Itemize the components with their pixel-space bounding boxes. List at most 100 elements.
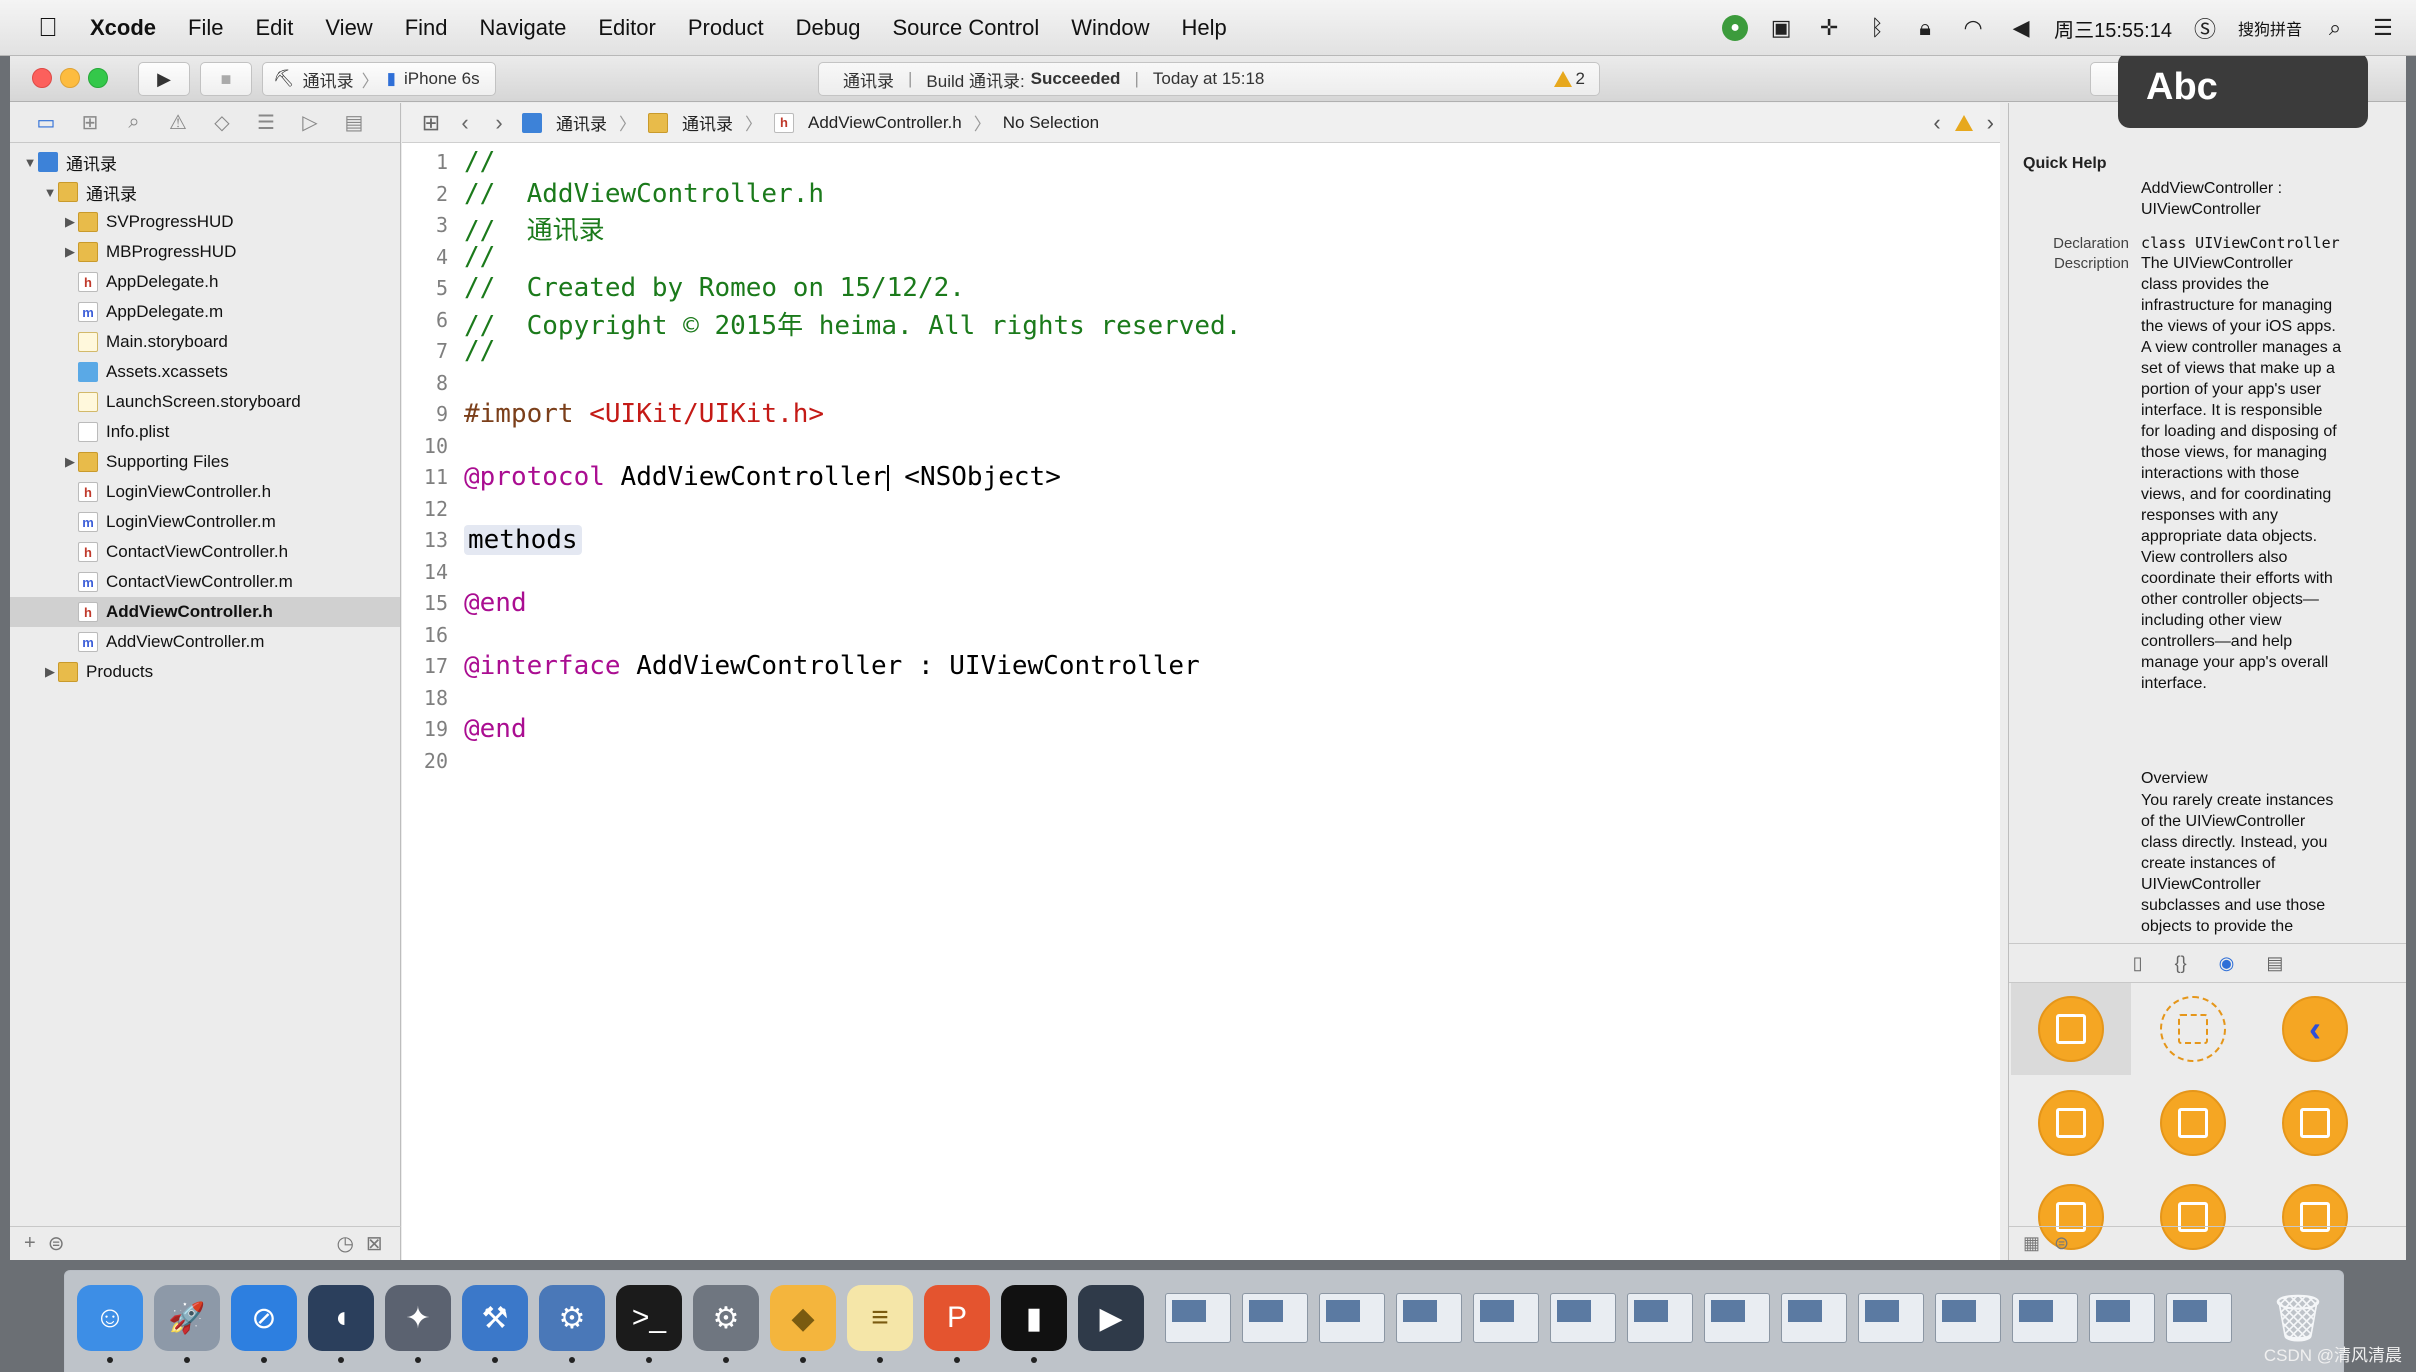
minimized-window-thumbnail[interactable] — [1704, 1293, 1770, 1343]
disclosure-open-icon[interactable]: ▼ — [22, 155, 38, 170]
minimized-window-thumbnail[interactable] — [1319, 1293, 1385, 1343]
table-view-controller-object[interactable] — [2011, 1077, 2131, 1169]
file-tree-item[interactable]: Info.plist — [10, 417, 400, 447]
code-snippet-icon[interactable]: {} — [2175, 953, 2187, 974]
menu-file[interactable]: File — [172, 15, 239, 41]
disclosure-closed-icon[interactable]: ▶ — [62, 454, 78, 470]
view-controller-object[interactable] — [2011, 983, 2131, 1075]
console-icon[interactable]: ▮ — [1001, 1285, 1067, 1351]
next-issue-icon[interactable]: › — [1987, 110, 1994, 136]
minimize-window-button[interactable] — [60, 68, 80, 88]
test-navigator-icon[interactable]: ◇ — [208, 109, 236, 137]
minimized-window-thumbnail[interactable] — [1935, 1293, 2001, 1343]
file-tree-item[interactable]: m AppDelegate.m — [10, 297, 400, 327]
file-tree-item[interactable]: m LoginViewController.m — [10, 507, 400, 537]
menu-edit[interactable]: Edit — [239, 15, 309, 41]
file-tree-item[interactable]: h LoginViewController.h — [10, 477, 400, 507]
search-icon[interactable]: ⌕ — [120, 109, 148, 137]
imovie-icon[interactable]: ✦ — [385, 1285, 451, 1351]
symbol-navigator-icon[interactable]: ⊞ — [76, 109, 104, 137]
minimized-window-thumbnail[interactable] — [1396, 1293, 1462, 1343]
minimized-window-thumbnail[interactable] — [1627, 1293, 1693, 1343]
minimized-window-thumbnail[interactable] — [1165, 1293, 1231, 1343]
bluetooth-icon[interactable]: ᛒ — [1862, 14, 1892, 42]
related-items-icon[interactable]: ⊞ — [420, 110, 442, 136]
file-tree-item[interactable]: ▶ MBProgressHUD — [10, 237, 400, 267]
breakpoint-navigator-icon[interactable]: ▷ — [296, 109, 324, 137]
minimized-window-thumbnail[interactable] — [2012, 1293, 2078, 1343]
spotlight-search-icon[interactable]: ⌕ — [2320, 14, 2350, 42]
minimized-window-thumbnail[interactable] — [1781, 1293, 1847, 1343]
apple-menu-icon[interactable]:  — [22, 12, 74, 43]
code-placeholder[interactable]: methods — [464, 525, 582, 555]
stop-button[interactable]: ■ — [200, 62, 252, 96]
menu-product[interactable]: Product — [672, 15, 780, 41]
previous-issue-icon[interactable]: ‹ — [1933, 110, 1940, 136]
add-icon[interactable]: + — [24, 1232, 36, 1255]
zoom-window-button[interactable] — [88, 68, 108, 88]
file-tree-item[interactable]: ▼ 通讯录 — [10, 177, 400, 207]
input-method-label[interactable]: 搜狗拼音 — [2238, 16, 2302, 40]
menu-clock[interactable]: 周三15:55:14 — [2054, 14, 2172, 43]
minimized-window-thumbnail[interactable] — [1473, 1293, 1539, 1343]
instruments-icon[interactable]: ⚙ — [539, 1285, 605, 1351]
disclosure-closed-icon[interactable]: ▶ — [62, 214, 78, 230]
menu-editor[interactable]: Editor — [582, 15, 671, 41]
minimized-window-thumbnail[interactable] — [1242, 1293, 1308, 1343]
recent-files-icon[interactable]: ◷ — [336, 1231, 353, 1256]
scm-filter-icon[interactable]: ⊠ — [366, 1231, 383, 1256]
breadcrumb-file[interactable]: h AddViewController.h — [774, 112, 962, 133]
menu-app-name[interactable]: Xcode — [74, 15, 172, 41]
tab-bar-controller-object[interactable] — [2255, 1077, 2375, 1169]
file-tree-item[interactable]: h AddViewController.h — [10, 597, 400, 627]
file-tree-item[interactable]: ▼ 通讯录 — [10, 147, 400, 177]
sketch-icon[interactable]: ◆ — [770, 1285, 836, 1351]
debug-navigator-icon[interactable]: ☰ — [252, 109, 280, 137]
minimized-window-thumbnail[interactable] — [1550, 1293, 1616, 1343]
system-preferences-icon[interactable]: ⚙ — [693, 1285, 759, 1351]
collection-view-controller-object[interactable] — [2133, 1077, 2253, 1169]
file-tree-item[interactable]: Main.storyboard — [10, 327, 400, 357]
filter-icon[interactable]: ⊜ — [2054, 1233, 2069, 1254]
menu-source-control[interactable]: Source Control — [877, 15, 1056, 41]
notification-center-icon[interactable]: ☰ — [2368, 14, 2398, 42]
file-tree-item[interactable]: LaunchScreen.storyboard — [10, 387, 400, 417]
screen-record-icon[interactable]: ▣ — [1766, 14, 1796, 42]
object-library-icon[interactable]: ◉ — [2219, 953, 2235, 974]
minimized-window-thumbnail[interactable] — [2166, 1293, 2232, 1343]
disclosure-open-icon[interactable]: ▼ — [42, 185, 58, 200]
file-tree-item[interactable]: m AddViewController.m — [10, 627, 400, 657]
minimized-window-thumbnail[interactable] — [1858, 1293, 1924, 1343]
file-tree-item[interactable]: ▶ Products — [10, 657, 400, 687]
input-method-icon[interactable]: Ⓢ — [2190, 14, 2220, 42]
report-navigator-icon[interactable]: ▤ — [340, 109, 368, 137]
presentation-icon[interactable]: P — [924, 1285, 990, 1351]
volume-icon[interactable]: ◀ — [2006, 14, 2036, 42]
close-window-button[interactable] — [32, 68, 52, 88]
mouse-icon[interactable]: ◖ — [308, 1285, 374, 1351]
disclosure-closed-icon[interactable]: ▶ — [62, 244, 78, 260]
file-tree-item[interactable]: ▶ Supporting Files — [10, 447, 400, 477]
breadcrumb-project[interactable]: 通讯录 — [522, 110, 607, 135]
scheme-selector[interactable]: ⛏ 通讯录 〉 ▮ iPhone 6s — [262, 62, 496, 96]
activity-status[interactable]: 通讯录 | Build 通讯录: Succeeded | Today at 15… — [818, 62, 1600, 96]
issue-navigator-icon[interactable]: ⚠ — [164, 109, 192, 137]
media-library-icon[interactable]: ▤ — [2266, 953, 2283, 974]
wifi-icon[interactable]: ◠ — [1958, 14, 1988, 42]
move-icon[interactable]: ✛ — [1814, 14, 1844, 42]
file-tree-item[interactable]: h AppDelegate.h — [10, 267, 400, 297]
disclosure-closed-icon[interactable]: ▶ — [42, 664, 58, 680]
status-green-icon[interactable]: ● — [1722, 15, 1749, 41]
run-button[interactable]: ▶ — [138, 62, 190, 96]
forward-icon[interactable]: › — [488, 110, 510, 136]
menu-window[interactable]: Window — [1055, 15, 1165, 41]
xcode-icon[interactable]: ⚒ — [462, 1285, 528, 1351]
menu-find[interactable]: Find — [389, 15, 464, 41]
breadcrumb-group[interactable]: 通讯录 — [648, 110, 733, 135]
warning-icon[interactable] — [1954, 115, 1973, 131]
menu-navigate[interactable]: Navigate — [464, 15, 583, 41]
launchpad-icon[interactable]: 🚀 — [154, 1285, 220, 1351]
menu-debug[interactable]: Debug — [780, 15, 877, 41]
menu-help[interactable]: Help — [1166, 15, 1243, 41]
safari-icon[interactable]: ⊘ — [231, 1285, 297, 1351]
